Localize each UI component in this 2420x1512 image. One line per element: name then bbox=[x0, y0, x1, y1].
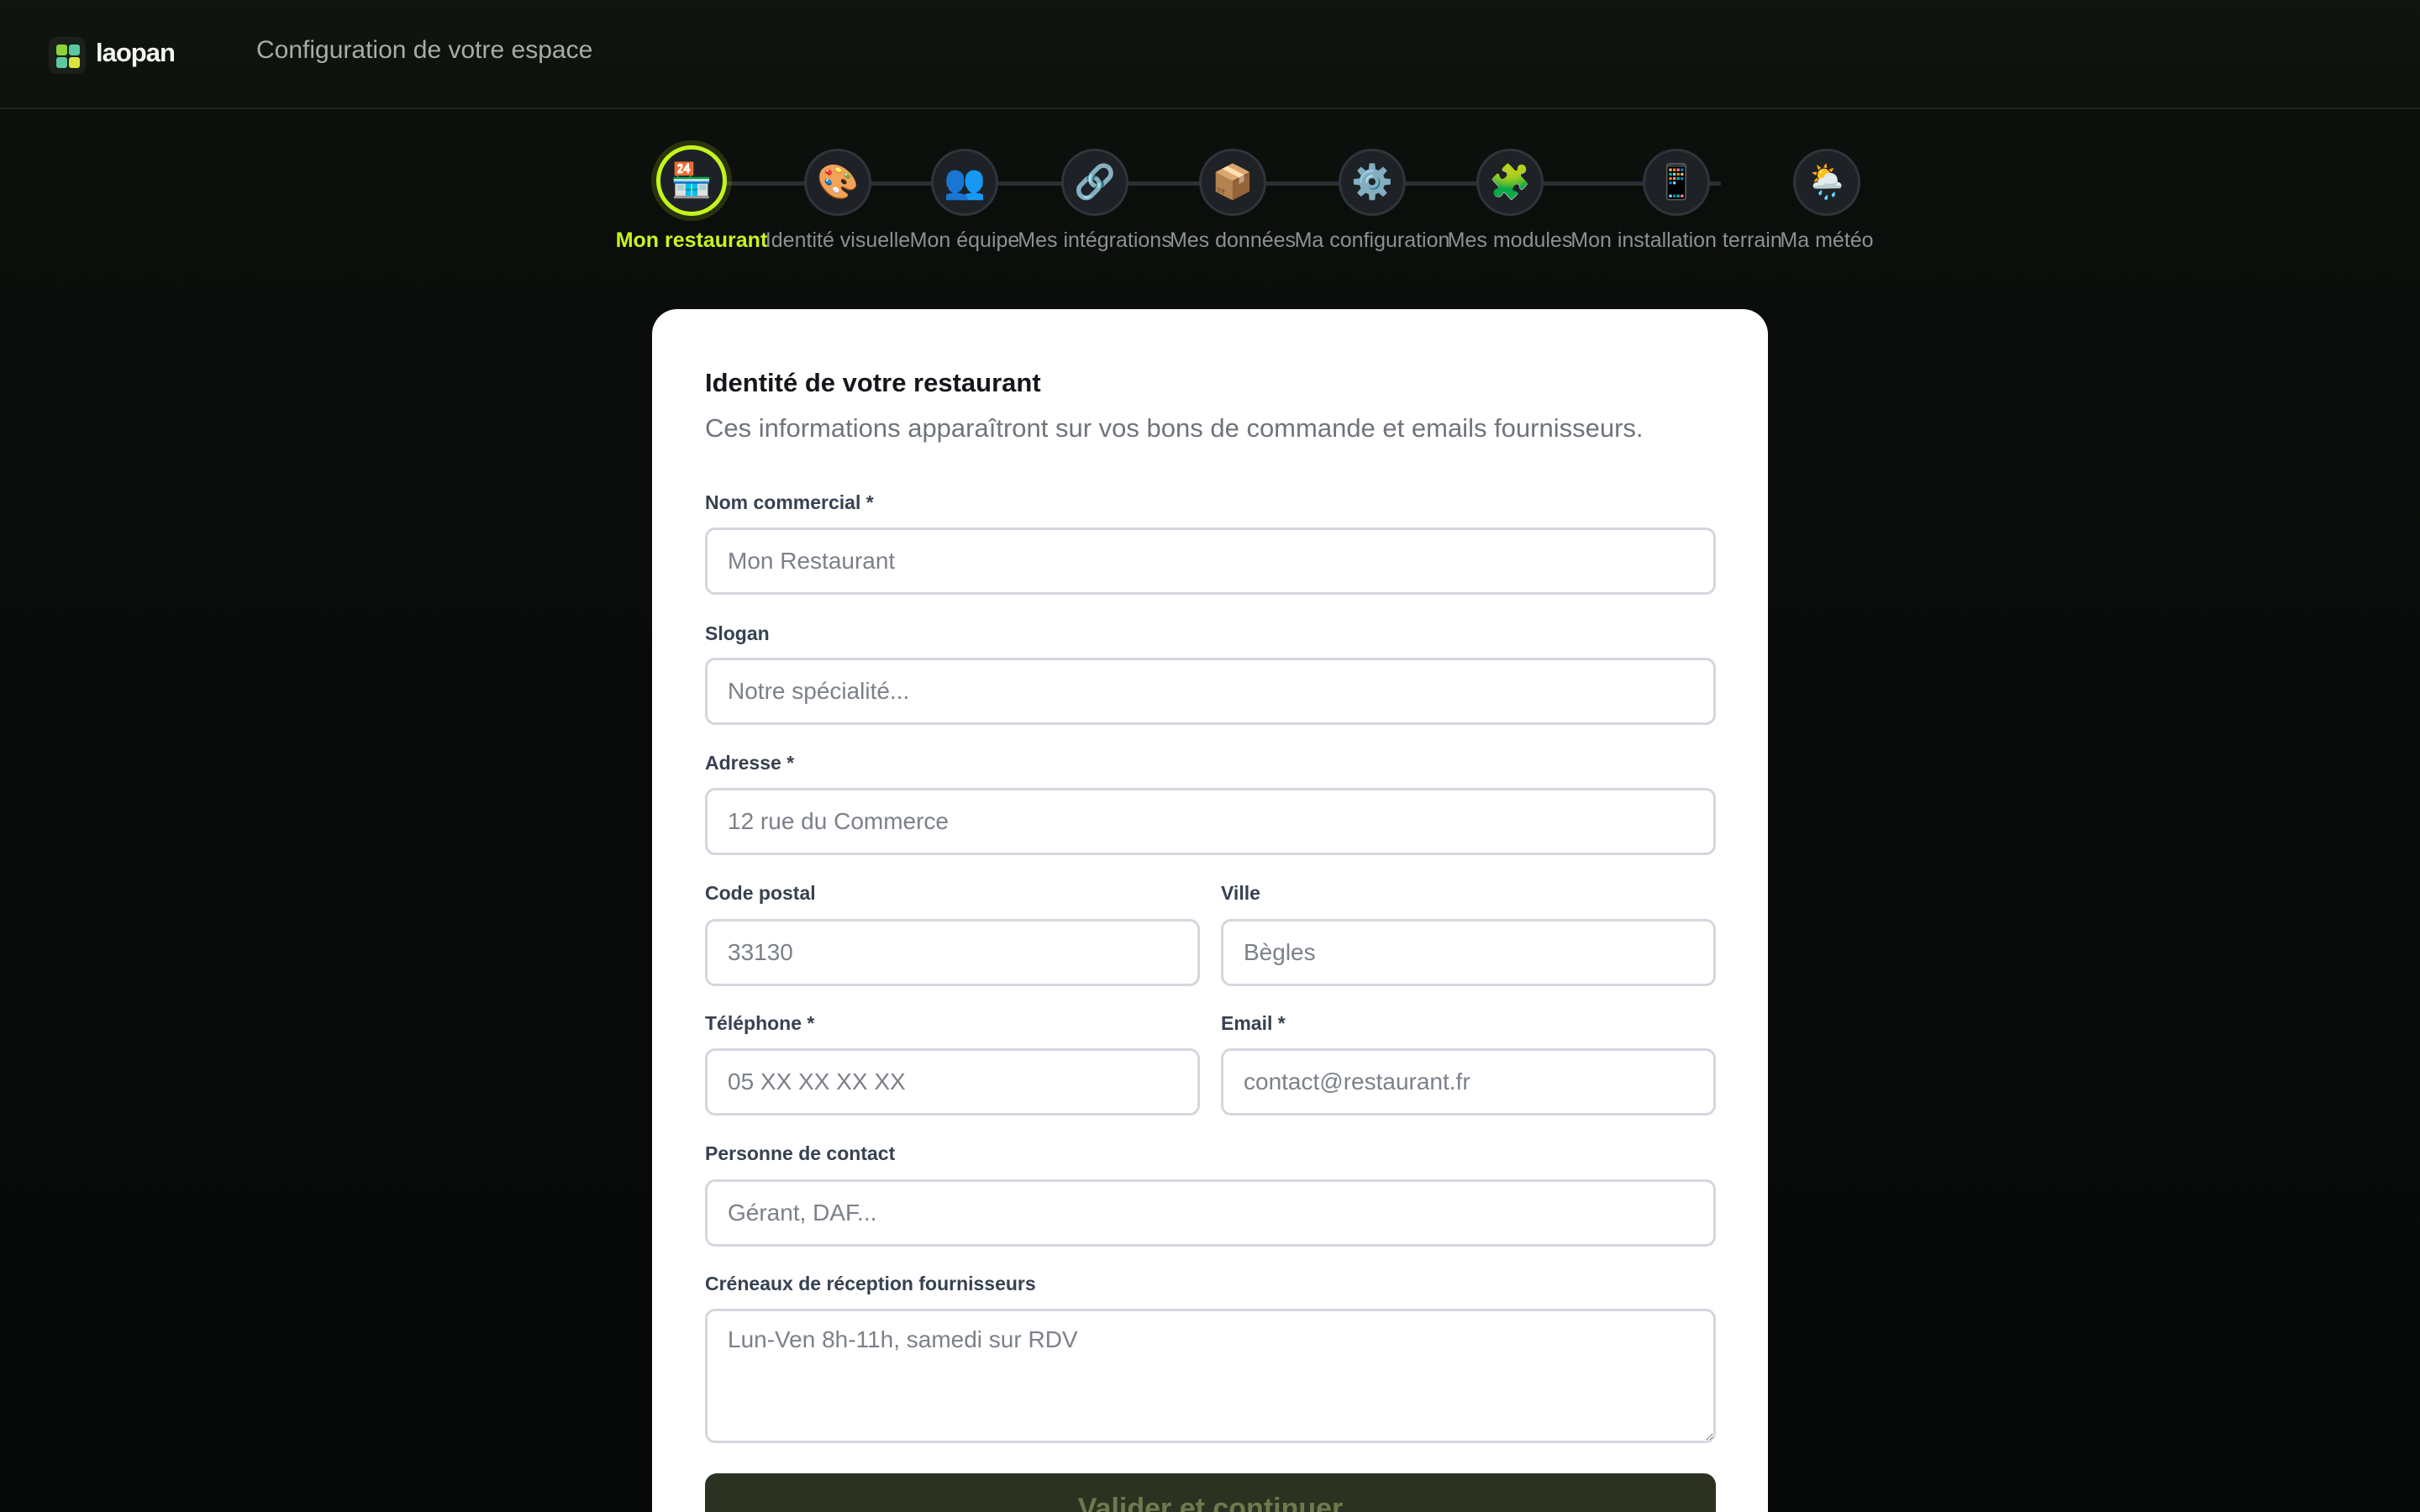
creneaux-textarea[interactable] bbox=[705, 1309, 1716, 1443]
ville-label: Ville bbox=[1221, 882, 1260, 904]
link-icon: 🔗 bbox=[1074, 163, 1116, 202]
step-meteo-button[interactable]: 🌦️ bbox=[1793, 149, 1860, 216]
phone-icon: 📱 bbox=[1655, 163, 1697, 202]
weather-icon: 🌦️ bbox=[1806, 163, 1848, 202]
step-configuration-label[interactable]: Ma configuration bbox=[1295, 225, 1450, 255]
adresse-label: Adresse * bbox=[705, 752, 795, 774]
nom-commercial-input[interactable] bbox=[705, 528, 1716, 595]
step-configuration-button[interactable]: ⚙️ bbox=[1339, 149, 1406, 216]
step-restaurant-button[interactable]: 🏪 bbox=[656, 145, 727, 216]
step-integrations-label[interactable]: Mes intégrations bbox=[1018, 225, 1171, 255]
top-header: laopan Configuration de votre espace bbox=[0, 0, 2420, 109]
step-equipe-label[interactable]: Mon équipe bbox=[910, 225, 1020, 255]
step-installation-terrain-button[interactable]: 📱 bbox=[1643, 149, 1710, 216]
step-equipe-button[interactable]: 👥 bbox=[931, 149, 998, 216]
gear-icon: ⚙️ bbox=[1351, 163, 1393, 202]
form-subtitle: Ces informations apparaîtront sur vos bo… bbox=[705, 413, 1644, 443]
slogan-input[interactable] bbox=[705, 658, 1716, 725]
step-donnees-label[interactable]: Mes données bbox=[1170, 225, 1296, 255]
page-title: Configuration de votre espace bbox=[256, 36, 593, 64]
email-label: Email * bbox=[1221, 1012, 1286, 1034]
logo-square bbox=[69, 57, 80, 68]
store-icon: 🏪 bbox=[671, 161, 713, 200]
code-postal-label: Code postal bbox=[705, 882, 816, 904]
logo-square bbox=[56, 57, 67, 68]
step-modules-button[interactable]: 🧩 bbox=[1476, 149, 1544, 216]
step-donnees-button[interactable]: 📦 bbox=[1199, 149, 1266, 216]
step-installation-terrain-label[interactable]: Mon installation terrain bbox=[1570, 225, 1782, 255]
package-icon: 📦 bbox=[1212, 163, 1254, 202]
validate-continue-button[interactable]: Valider et continuer bbox=[705, 1473, 1716, 1512]
laopan-logo-icon[interactable] bbox=[49, 37, 86, 74]
step-identite-visuelle-button[interactable]: 🎨 bbox=[804, 149, 871, 216]
puzzle-icon: 🧩 bbox=[1489, 163, 1531, 202]
step-integrations-button[interactable]: 🔗 bbox=[1061, 149, 1128, 216]
adresse-input[interactable] bbox=[705, 788, 1716, 855]
code-postal-input[interactable] bbox=[705, 919, 1200, 986]
brand-name[interactable]: laopan bbox=[96, 38, 176, 68]
step-restaurant-label[interactable]: Mon restaurant bbox=[616, 225, 768, 255]
personne-contact-input[interactable] bbox=[705, 1179, 1716, 1247]
step-meteo-label[interactable]: Ma météo bbox=[1780, 225, 1873, 255]
logo-square bbox=[69, 45, 80, 55]
telephone-input[interactable] bbox=[705, 1048, 1200, 1116]
team-icon: 👥 bbox=[944, 163, 986, 202]
form-title: Identité de votre restaurant bbox=[705, 368, 1041, 397]
personne-contact-label: Personne de contact bbox=[705, 1142, 896, 1164]
restaurant-identity-card: Identité de votre restaurant Ces informa… bbox=[652, 309, 1768, 1512]
email-input[interactable] bbox=[1221, 1048, 1716, 1116]
ville-input[interactable] bbox=[1221, 919, 1716, 986]
telephone-label: Téléphone * bbox=[705, 1012, 815, 1034]
creneaux-label: Créneaux de réception fournisseurs bbox=[705, 1273, 1036, 1294]
step-modules-label[interactable]: Mes modules bbox=[1448, 225, 1573, 255]
logo-square bbox=[56, 45, 67, 55]
nom-commercial-label: Nom commercial * bbox=[705, 491, 874, 513]
step-identite-visuelle-label[interactable]: Identité visuelle bbox=[765, 225, 910, 255]
palette-icon: 🎨 bbox=[817, 163, 859, 202]
slogan-label: Slogan bbox=[705, 622, 770, 644]
